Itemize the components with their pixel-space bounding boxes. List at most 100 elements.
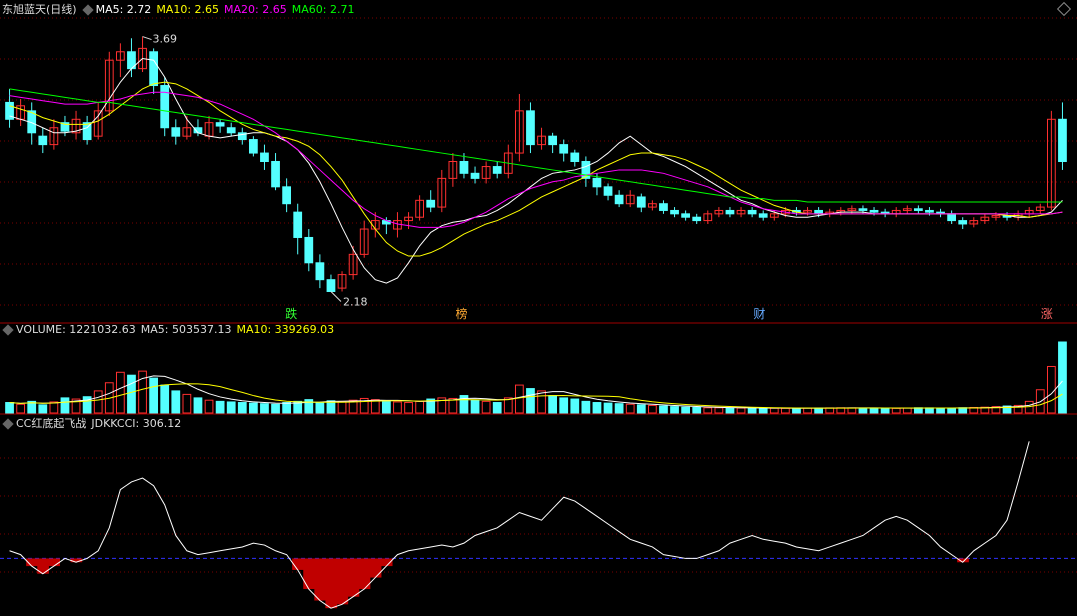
volume-bar	[891, 407, 901, 414]
low-annotation: 2.18	[343, 295, 368, 308]
candle-body	[149, 51, 159, 87]
candle-body	[603, 186, 613, 196]
volume-bar	[825, 407, 835, 414]
candle-body	[459, 161, 469, 174]
candle-body	[925, 209, 934, 213]
volume-bar	[925, 407, 934, 414]
candle-body	[592, 177, 602, 188]
candle-body	[958, 220, 968, 225]
volume-bar	[670, 406, 679, 414]
candle-body	[293, 211, 303, 238]
candle-body	[315, 262, 325, 281]
volume-bar	[127, 374, 136, 414]
volume-bar	[160, 384, 170, 414]
volume-bar	[780, 407, 790, 414]
low-pointer	[330, 291, 342, 302]
cci-negative-bar	[303, 558, 315, 590]
volume-bar	[869, 407, 879, 414]
marker-label: 财	[753, 307, 765, 321]
volume-bar	[803, 407, 812, 414]
volume-bar	[182, 393, 192, 414]
volume-bar	[880, 407, 890, 414]
volume-bar	[603, 402, 613, 414]
volume-bar	[237, 402, 247, 414]
volume-bar	[415, 400, 425, 414]
volume-bar	[847, 407, 857, 414]
volume-bar	[38, 404, 48, 414]
volume-bar	[93, 390, 103, 414]
candle-body	[659, 203, 668, 211]
candle-body	[758, 213, 768, 218]
volume-bar	[315, 402, 325, 414]
volume-bar	[747, 407, 757, 414]
candle-body	[38, 135, 48, 146]
volume-bar	[115, 371, 125, 414]
volume-bar	[792, 407, 801, 414]
volume-bar	[526, 388, 535, 414]
volume-bar	[49, 401, 59, 414]
candle-body	[492, 166, 502, 174]
volume-bar	[470, 399, 480, 414]
candle-body	[282, 186, 292, 205]
candle-body	[814, 209, 824, 215]
high-annotation: 3.69	[153, 33, 178, 46]
volume-bar	[393, 401, 402, 414]
volume-bar	[592, 402, 602, 414]
volume-bar	[659, 405, 668, 414]
volume-bar	[814, 407, 824, 414]
volume-bar	[271, 403, 280, 414]
volume-bar	[60, 397, 70, 414]
volume-bar	[1046, 365, 1056, 414]
volume-bar	[714, 407, 724, 414]
volume-bar	[758, 407, 768, 414]
volume-bar	[769, 407, 779, 414]
volume-bar	[5, 402, 14, 414]
volume-bar	[681, 406, 691, 414]
volume-bar	[692, 406, 702, 414]
candle-body	[636, 196, 646, 208]
volume-bar	[936, 407, 945, 414]
cci-negative-bar	[336, 558, 349, 605]
volume-bar	[149, 377, 159, 414]
volume-bar	[636, 404, 646, 414]
volume-bar	[736, 407, 746, 414]
volume-bar	[858, 407, 868, 414]
volume-bar	[725, 407, 735, 414]
cci-negative-bar	[48, 558, 61, 567]
candle-body	[913, 208, 923, 211]
candle-body	[171, 127, 181, 137]
volume-bar	[282, 402, 292, 414]
candle-body	[326, 279, 336, 292]
volume-bar	[625, 403, 635, 414]
candle-body	[526, 110, 535, 146]
volume-bar	[171, 390, 181, 414]
candle-body	[681, 213, 691, 218]
volume-bar	[260, 403, 269, 414]
volume-bar	[337, 401, 347, 414]
candle-body	[226, 127, 236, 134]
candle-body	[559, 144, 569, 154]
marker-label: 涨	[1041, 306, 1053, 321]
candle-body	[670, 209, 679, 215]
cci-negative-bar	[325, 558, 338, 609]
stock-chart[interactable]: 3.69 2.18 跌 榜 财 涨	[0, 0, 1077, 616]
volume-bar	[193, 397, 203, 414]
candle-body	[548, 135, 558, 146]
cci-negative-bar	[369, 558, 382, 578]
candle-body	[215, 122, 225, 127]
volume-bar	[16, 403, 26, 414]
volume-bar	[1058, 341, 1067, 414]
candle-body	[747, 209, 757, 215]
volume-bar	[647, 404, 657, 414]
marker-label: 榜	[456, 306, 468, 321]
volume-bar	[248, 402, 258, 414]
volume-bar	[581, 400, 591, 414]
candle-body	[426, 199, 436, 208]
volume-bar	[481, 400, 491, 414]
volume-bar	[703, 407, 713, 414]
volume-bar	[570, 398, 580, 414]
candle-body	[570, 152, 580, 162]
candle-body	[260, 152, 269, 162]
volume-bar	[559, 397, 569, 414]
volume-bar	[548, 395, 558, 414]
